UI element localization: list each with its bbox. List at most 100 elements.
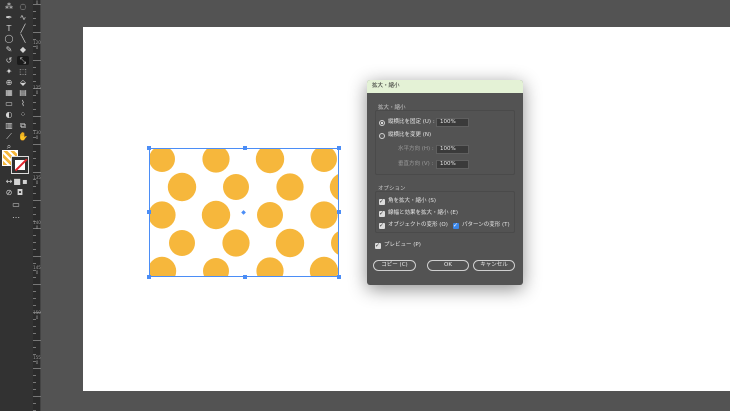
screen-mode-icon[interactable]: ▭ (10, 200, 22, 209)
scale-corners-checkbox[interactable] (379, 197, 385, 206)
ruler-tick (33, 207, 36, 208)
polka-dot (331, 231, 339, 255)
curvature-tool-icon[interactable]: ∿ (17, 13, 29, 22)
ruler-tick (33, 214, 36, 215)
ruler-tick (33, 186, 36, 187)
ruler-tick (33, 151, 36, 152)
puppet-warp-tool-icon[interactable]: ✦ (3, 67, 15, 76)
ruler-tick (33, 116, 41, 117)
ruler-tick (33, 67, 36, 68)
scale-strokes-row[interactable]: 線幅と効果を拡大・縮小 (E) (379, 209, 459, 218)
eyedropper-tool-icon[interactable]: ⌇ (17, 99, 29, 108)
transform-objects-label: オブジェクトの変形 (O) (388, 222, 448, 228)
ruler-tick (33, 53, 36, 54)
polka-dot (255, 148, 285, 174)
ruler-tick (33, 326, 36, 327)
ruler-tick (33, 305, 36, 306)
scale-strokes-label: 線幅と効果を拡大・縮小 (E) (388, 210, 459, 216)
mesh-tool-icon[interactable]: ▤ (17, 88, 29, 97)
scale-strokes-checkbox[interactable] (379, 209, 385, 218)
scale-tool-icon[interactable]: ⤡ (17, 56, 29, 65)
preview-checkbox[interactable] (375, 241, 381, 250)
draw-normal-icon[interactable]: ◘ (14, 188, 26, 197)
magic-wand-tool-icon[interactable]: ⁂ (3, 2, 15, 11)
uniform-label: 縦横比を固定 (U) : (388, 119, 435, 125)
non-uniform-label: 縦横比を変更 (N) (388, 132, 432, 138)
transform-objects-checkbox[interactable] (379, 221, 385, 230)
ruler-label: 1500 (33, 310, 41, 320)
ruler-tick (33, 277, 36, 278)
horizontal-scale-field[interactable]: 100% (436, 145, 469, 154)
ruler-tick (33, 298, 36, 299)
fill-stroke-swatches[interactable] (2, 150, 30, 174)
polka-dot (223, 174, 249, 200)
polka-dot (169, 230, 195, 256)
ruler-tick (33, 74, 36, 75)
ruler-tick (33, 25, 36, 26)
rotate-tool-icon[interactable]: ↺ (3, 56, 15, 65)
eraser-tool-icon[interactable]: ◆ (17, 45, 29, 54)
line-tool-icon[interactable]: ╱ (17, 24, 29, 33)
shaper-tool-icon[interactable]: ✎ (3, 45, 15, 54)
copy-button[interactable]: コピー (C) (373, 260, 416, 271)
ruler-label: 1550 (33, 355, 41, 365)
type-tool-icon[interactable]: T (3, 24, 15, 33)
uniform-radio-row[interactable]: 縦横比を固定 (U) : (379, 119, 435, 126)
polka-dot (275, 228, 305, 258)
blend-tool-icon[interactable]: ◐ (3, 110, 15, 119)
preview-row[interactable]: プレビュー (P) (375, 241, 421, 250)
perspective-grid-tool-icon[interactable]: ▦ (3, 88, 15, 97)
ruler-tick (33, 60, 41, 61)
cancel-button[interactable]: キャンセル (473, 260, 515, 271)
vertical-scale-field[interactable]: 100% (436, 160, 469, 169)
ok-button[interactable]: OK (427, 260, 469, 271)
ruler-tick (33, 291, 36, 292)
gradient-mode-icon[interactable]: ▪ (19, 177, 31, 186)
slice-tool-icon[interactable]: ⟋ (3, 132, 15, 141)
transform-patterns-row[interactable]: パターンの変形 (T) (453, 221, 510, 230)
ruler-tick (33, 193, 36, 194)
vertical-label: 垂直方向 (V) : (398, 161, 434, 167)
dialog-title: 拡大・縮小 (372, 83, 400, 89)
ruler-tick (33, 11, 36, 12)
live-paint-tool-icon[interactable]: ⬙ (17, 78, 29, 87)
polka-dot (329, 173, 339, 201)
ruler-tick (33, 396, 41, 397)
uniform-scale-field[interactable]: 100% (436, 118, 469, 127)
vertical-ruler[interactable]: 1150 1200 1250 1300 1350 1400 1450 1500 1550 (33, 0, 41, 411)
paintbrush-tool-icon[interactable]: ╲ (17, 34, 29, 43)
free-transform-tool-icon[interactable]: ⬚ (17, 67, 29, 76)
ruler-label: 1400 (33, 220, 41, 230)
ruler-tick (33, 165, 36, 166)
artboard-tool-icon[interactable]: ⧉ (17, 121, 29, 130)
transform-objects-row[interactable]: オブジェクトの変形 (O) (379, 221, 448, 230)
shape-builder-tool-icon[interactable]: ⊕ (3, 78, 15, 87)
non-uniform-radio-row[interactable]: 縦横比を変更 (N) (379, 132, 431, 139)
stroke-swatch[interactable] (11, 156, 29, 174)
ruler-tick (33, 109, 36, 110)
ellipse-tool-icon[interactable]: ◯ (3, 34, 15, 43)
hand-tool-icon[interactable]: ✋ (17, 132, 29, 141)
ruler-tick (33, 144, 41, 145)
scale-corners-row[interactable]: 角を拡大・縮小 (S) (379, 197, 437, 206)
more-tools-icon[interactable]: ⋯ (10, 213, 22, 222)
lasso-tool-icon[interactable]: ◌ (17, 2, 29, 11)
column-graph-tool-icon[interactable]: ▥ (3, 121, 15, 130)
ruler-tick (33, 347, 36, 348)
uniform-radio[interactable] (379, 119, 385, 126)
transform-patterns-checkbox[interactable] (453, 221, 459, 230)
gradient-tool-icon[interactable]: ▭ (3, 99, 15, 108)
ruler-tick (33, 403, 36, 404)
dialog-titlebar[interactable]: 拡大・縮小 (367, 80, 523, 93)
non-uniform-radio[interactable] (379, 132, 385, 139)
vertical-row: 垂直方向 (V) : (398, 161, 433, 168)
symbol-sprayer-tool-icon[interactable]: ⁘ (17, 110, 29, 119)
ruler-tick (33, 333, 36, 334)
polka-dot (203, 258, 229, 277)
ruler-tick (33, 256, 41, 257)
scale-corners-label: 角を拡大・縮小 (S) (388, 198, 437, 204)
ruler-tick (33, 375, 36, 376)
pen-tool-icon[interactable]: ✒ (3, 13, 15, 22)
ruler-tick (33, 242, 36, 243)
polka-dot (276, 173, 304, 201)
